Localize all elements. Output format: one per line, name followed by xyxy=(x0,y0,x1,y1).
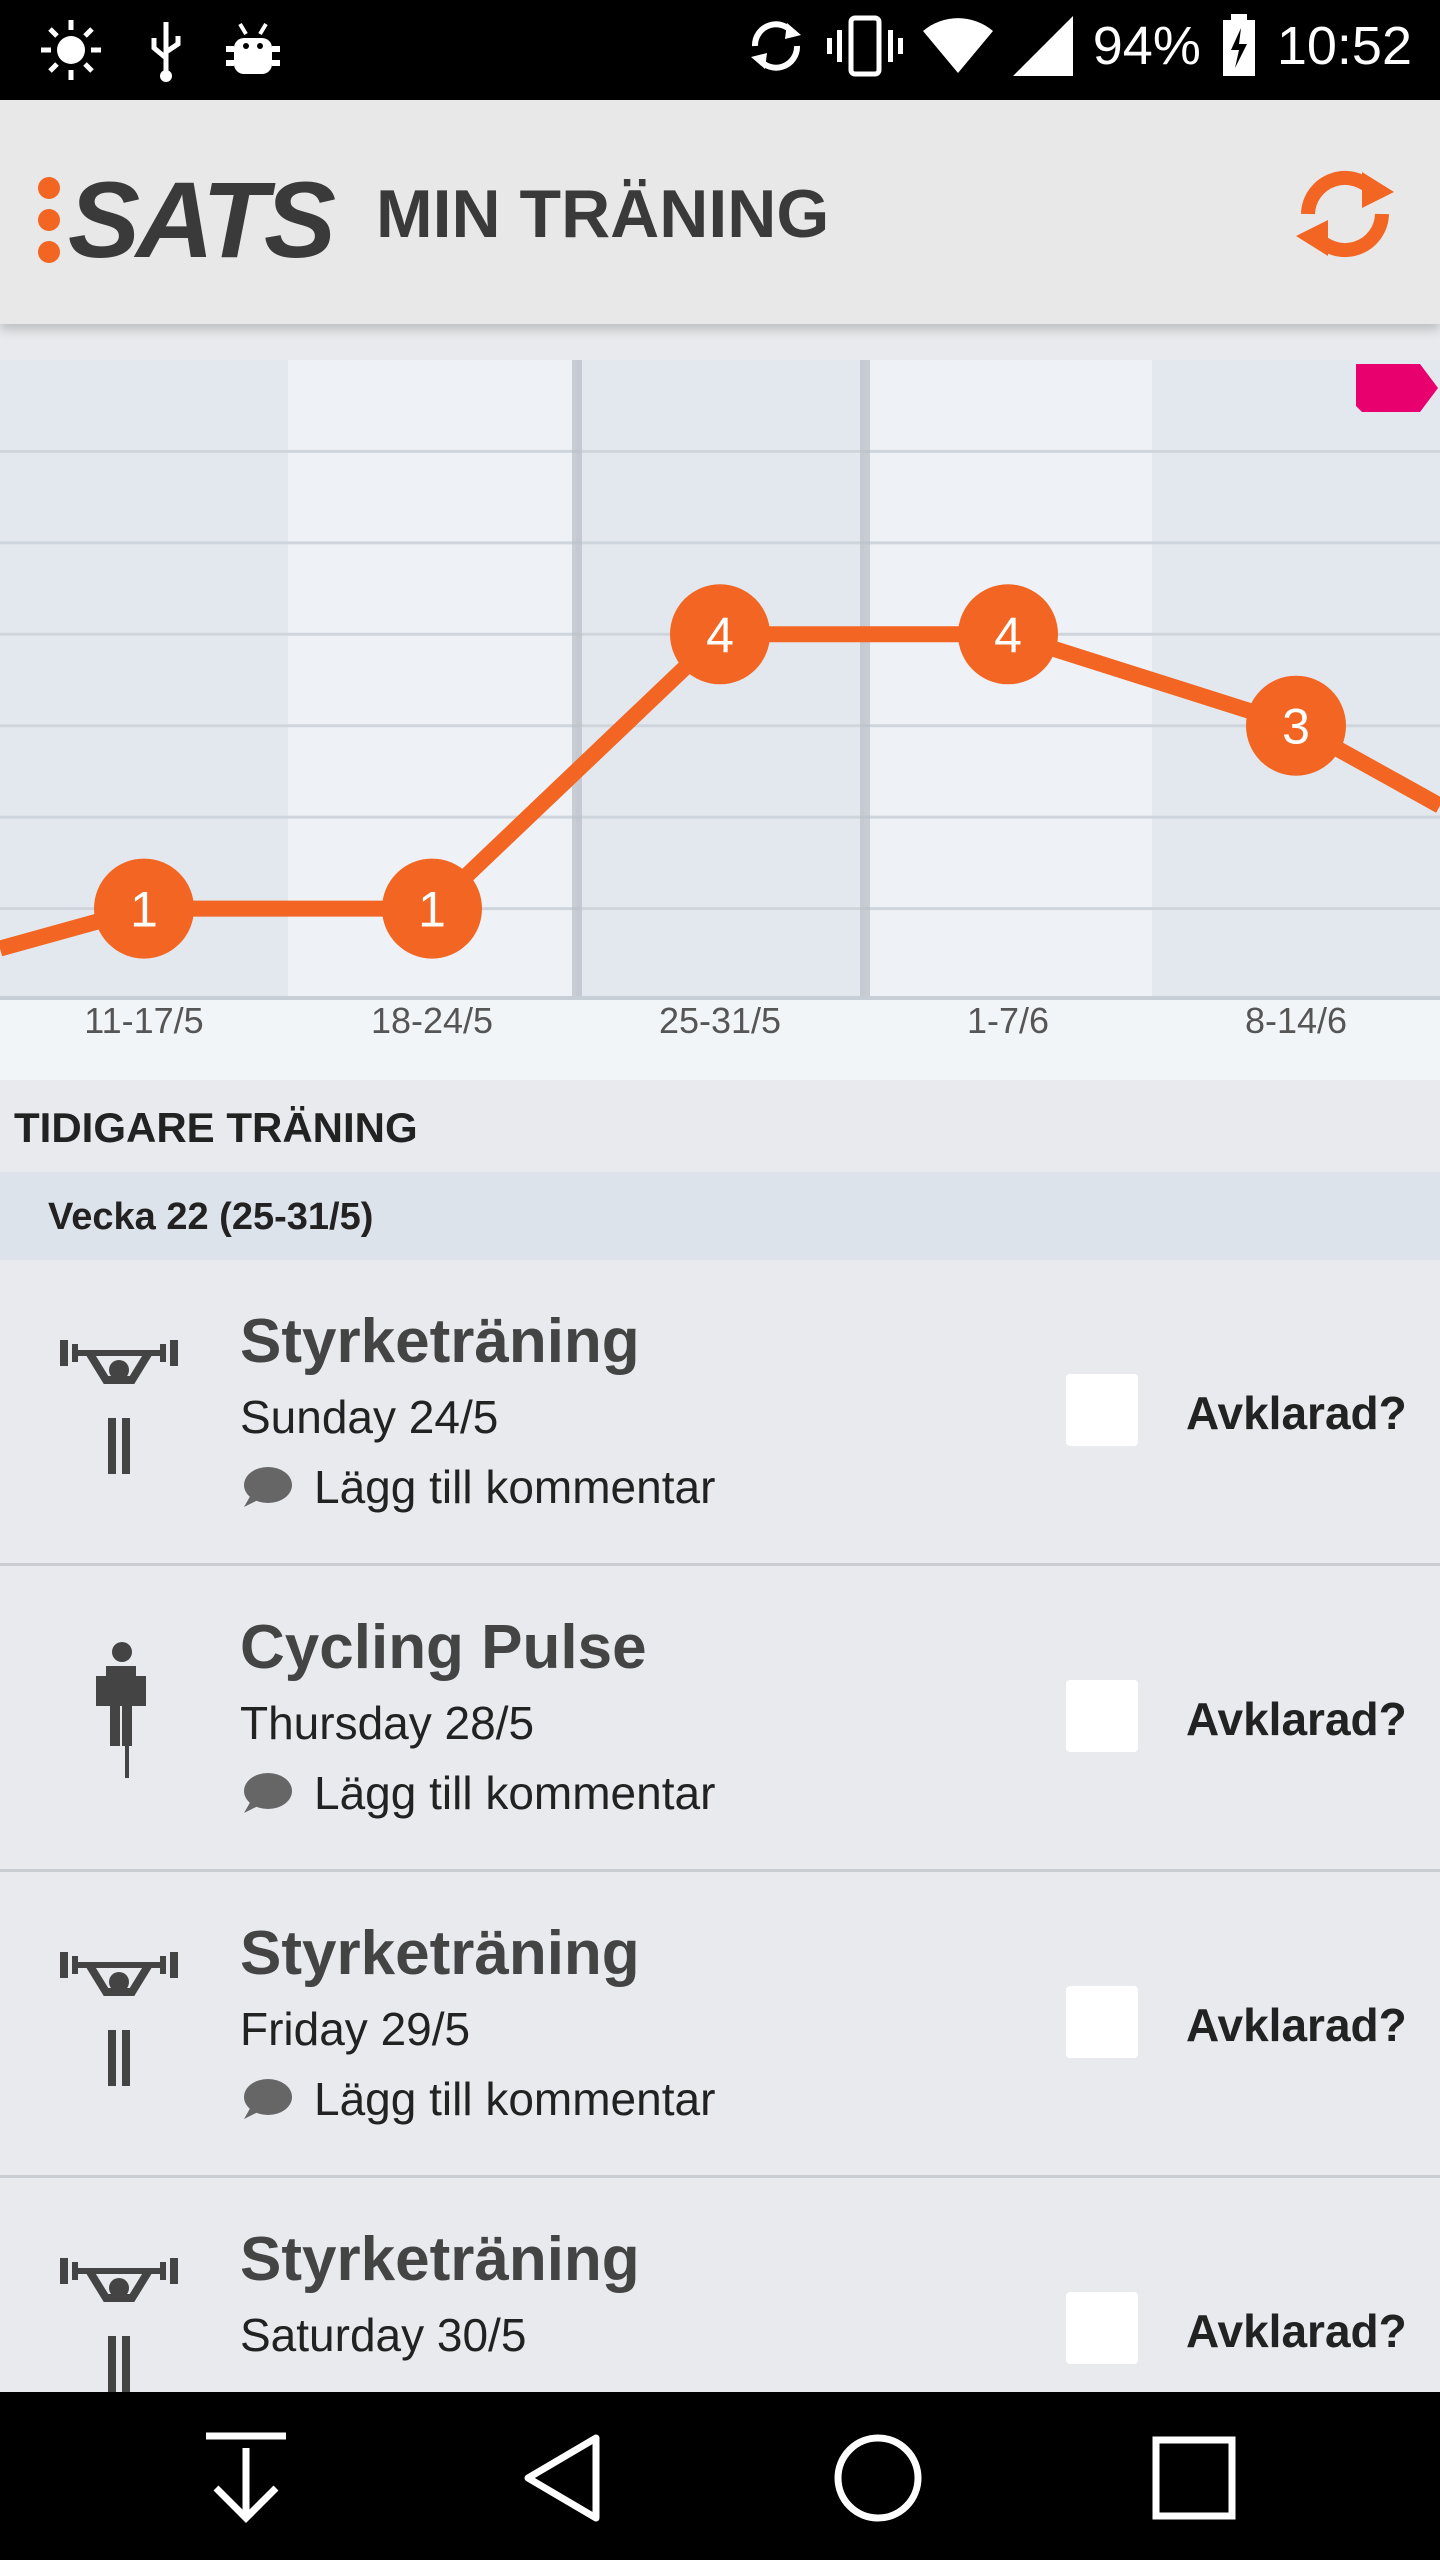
chart-x-tick-label: 25-31/5 xyxy=(658,1000,782,1041)
comment-label: Lägg till kommentar xyxy=(314,1767,716,1819)
weightlifting-icon xyxy=(60,1340,178,1474)
chart-column-divider xyxy=(572,360,582,1000)
status-bar: 94% 10:52 xyxy=(0,0,1440,100)
chart-data-label: 1 xyxy=(418,882,446,938)
done-label: Avklarad? xyxy=(1186,1999,1407,2051)
workout-date: Friday 29/5 xyxy=(240,2003,471,2055)
weightlifting-icon xyxy=(60,1952,178,2086)
usb-icon xyxy=(151,22,181,82)
workout-date: Saturday 30/5 xyxy=(240,2309,527,2361)
sync-icon xyxy=(750,21,801,71)
sats-logo[interactable]: SATS xyxy=(38,159,336,280)
app-bar: SATS MIN TRÄNING xyxy=(0,100,1440,324)
list-item[interactable]: Cycling Pulse Thursday 28/5 Lägg till ko… xyxy=(0,1566,1440,1872)
done-label: Avklarad? xyxy=(1186,1693,1407,1745)
android-debug-icon xyxy=(226,22,280,74)
recents-icon[interactable] xyxy=(1144,2428,1244,2528)
chart-x-tick-label: 18-24/5 xyxy=(370,1000,494,1041)
week-label: Vecka 22 (25-31/5) xyxy=(48,1196,374,1238)
comment-icon xyxy=(244,1773,292,1813)
list-item[interactable]: Styrketräning Friday 29/5 Lägg till komm… xyxy=(0,1872,1440,2178)
back-icon[interactable] xyxy=(512,2428,612,2528)
chart-plot: 1 1 4 4 3 xyxy=(0,360,1440,1000)
clock: 10:52 xyxy=(1276,16,1412,76)
cycling-icon xyxy=(96,1642,146,1778)
done-checkbox[interactable] xyxy=(1066,2292,1138,2364)
comment-label: Lägg till kommentar xyxy=(314,1461,716,1513)
logo-text: SATS xyxy=(68,159,336,280)
done-label: Avklarad? xyxy=(1186,1387,1407,1439)
section-title: TIDIGARE TRÄNING xyxy=(14,1104,418,1151)
wifi-icon xyxy=(922,18,993,73)
page-title: MIN TRÄNING xyxy=(376,176,830,252)
done-checkbox[interactable] xyxy=(1066,1374,1138,1446)
add-comment-link[interactable]: Lägg till kommentar xyxy=(240,1460,715,1514)
add-comment-link[interactable]: Lägg till kommentar xyxy=(240,2072,715,2126)
done-label: Avklarad? xyxy=(1186,2305,1407,2357)
weightlifting-icon xyxy=(60,2258,178,2392)
refresh-icon[interactable] xyxy=(1290,164,1400,264)
workout-title: Styrketräning xyxy=(240,1307,640,1376)
comment-icon xyxy=(244,1467,292,1507)
add-comment-link[interactable]: Lägg till kommentar xyxy=(240,1766,715,1820)
chart-data-label: 4 xyxy=(706,607,734,663)
signal-icon xyxy=(1012,16,1073,76)
chart-data-label: 3 xyxy=(1282,699,1310,755)
workout-date: Sunday 24/5 xyxy=(240,1391,499,1443)
notification-pulldown-icon[interactable] xyxy=(196,2428,296,2528)
chart-x-tick-label: 1-7/6 xyxy=(966,1000,1050,1041)
workout-title: Cycling Pulse xyxy=(240,1613,647,1682)
menu-dots-icon xyxy=(38,177,60,263)
brightness-icon xyxy=(41,20,101,80)
workout-title: Styrketräning xyxy=(240,1919,640,1988)
chart-x-tick-label: 11-17/5 xyxy=(84,1000,204,1041)
vibrate-icon xyxy=(826,15,903,77)
nav-bar xyxy=(0,2392,1440,2560)
done-checkbox[interactable] xyxy=(1066,1986,1138,2058)
workout-date: Thursday 28/5 xyxy=(240,1697,535,1749)
list-item[interactable]: Styrketräning Sunday 24/5 Lägg till komm… xyxy=(0,1260,1440,1566)
done-checkbox[interactable] xyxy=(1066,1680,1138,1752)
battery-charging-icon xyxy=(1222,14,1255,76)
chart-x-tick-label: 8-14/6 xyxy=(1244,1000,1348,1041)
training-chart[interactable]: 1 1 4 4 3 11-17/5 18-24/5 25-31/5 1-7/6 8-14/6 xyxy=(0,360,1440,1080)
week-header[interactable]: Vecka 22 (25-31/5) xyxy=(0,1172,1440,1260)
battery-percent: 94% xyxy=(1092,16,1201,76)
comment-label: Lägg till kommentar xyxy=(314,2073,716,2125)
home-icon[interactable] xyxy=(828,2428,928,2528)
workout-title: Styrketräning xyxy=(240,2225,640,2294)
chart-x-axis: 11-17/5 18-24/5 25-31/5 1-7/6 8-14/6 xyxy=(0,1000,1440,1060)
chart-data-label: 1 xyxy=(130,882,158,938)
chart-data-label: 4 xyxy=(994,607,1022,663)
comment-icon xyxy=(244,2079,292,2119)
chart-column-divider xyxy=(860,360,870,1000)
